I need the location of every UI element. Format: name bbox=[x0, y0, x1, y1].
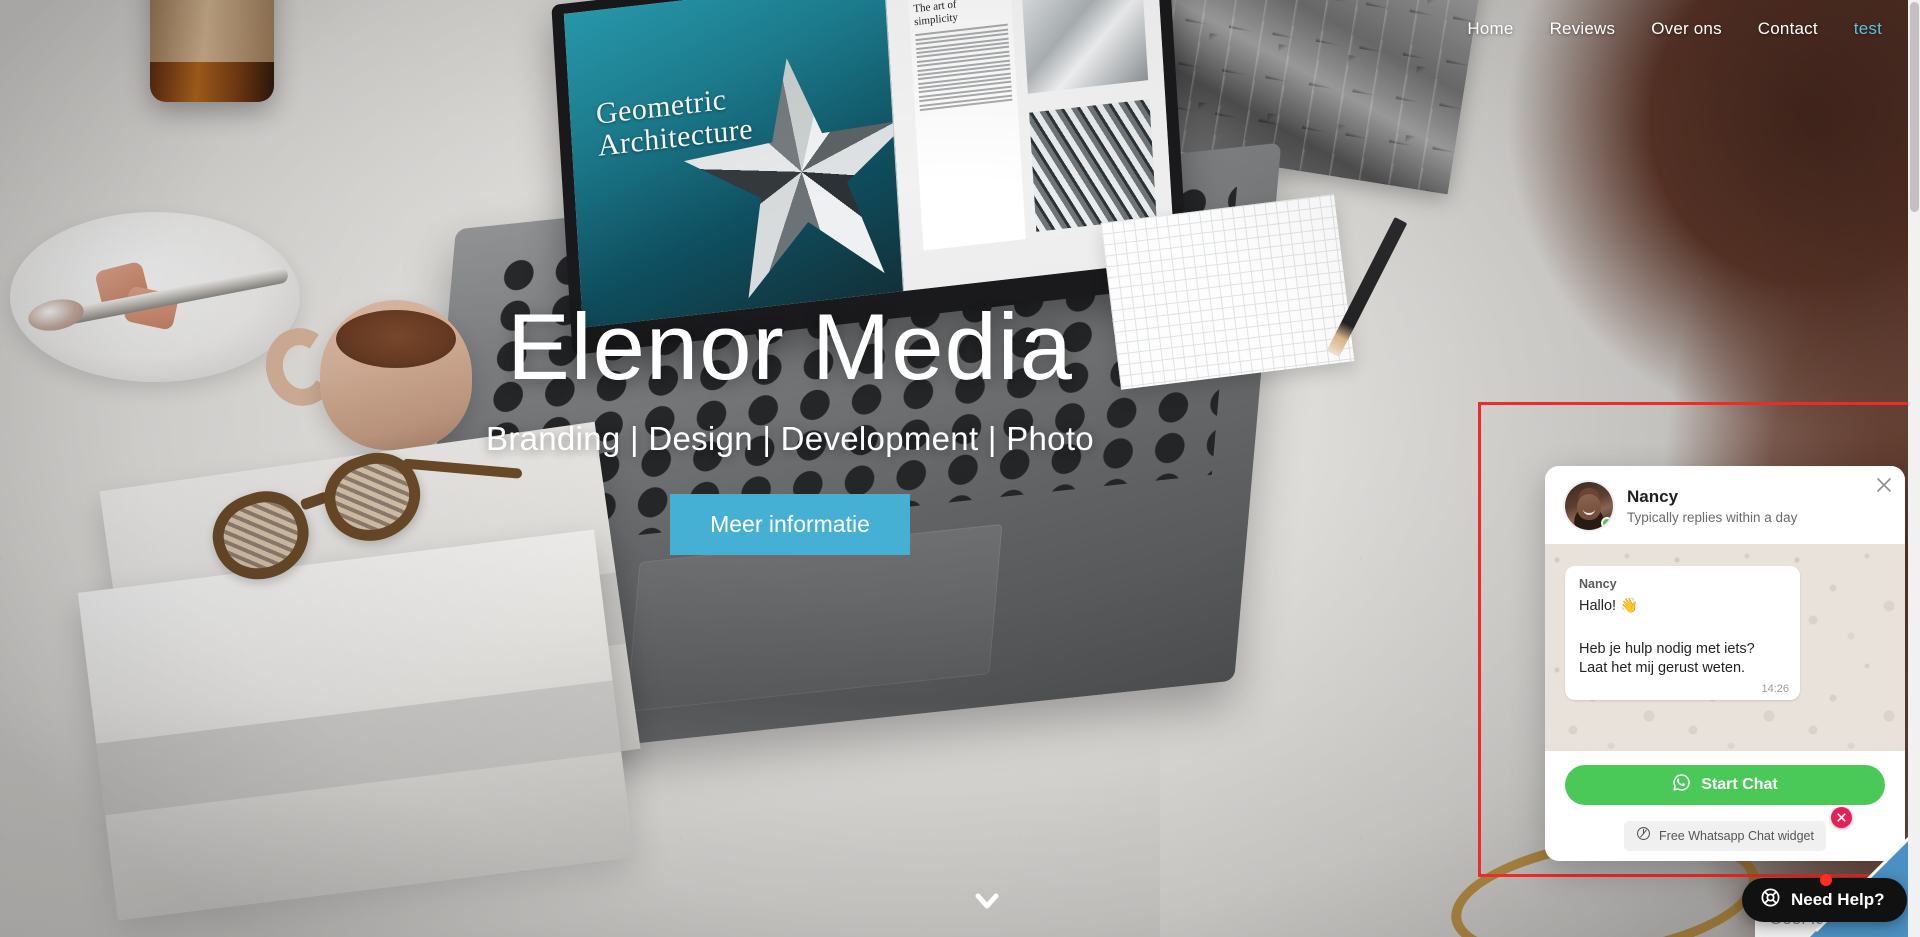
coffee-surface bbox=[336, 310, 456, 368]
nav-item-over-ons[interactable]: Over ons bbox=[1651, 19, 1722, 39]
agent-name: Nancy bbox=[1627, 487, 1679, 506]
chat-widget-header: Nancy Typically replies within a day bbox=[1545, 466, 1905, 544]
message-line: Heb je hulp nodig met iets? Laat het mij… bbox=[1579, 641, 1755, 677]
agent-reply-time: Typically replies within a day bbox=[1627, 510, 1798, 525]
page-scrollbar-track[interactable] bbox=[1908, 0, 1920, 937]
online-status-dot bbox=[1601, 517, 1613, 529]
top-navigation: Home Reviews Over ons Contact test bbox=[0, 0, 1920, 58]
page-scrollbar-thumb[interactable] bbox=[1910, 2, 1919, 212]
nav-item-test[interactable]: test bbox=[1854, 19, 1882, 39]
message-sender-name: Nancy bbox=[1579, 577, 1617, 591]
need-help-label: Need Help? bbox=[1791, 890, 1885, 909]
chevron-down-icon[interactable] bbox=[966, 880, 1008, 922]
need-help-button[interactable]: Need Help? bbox=[1742, 874, 1907, 922]
coffee-mug bbox=[320, 300, 472, 450]
meer-informatie-button[interactable]: Meer informatie bbox=[670, 494, 910, 555]
whatsapp-icon bbox=[1672, 773, 1691, 797]
start-chat-label: Start Chat bbox=[1701, 776, 1778, 793]
slide-image-bottom bbox=[1029, 98, 1157, 232]
power-icon bbox=[1636, 826, 1651, 846]
chat-message-area: Nancy Hallo! 👋 Heb je hulp nodig met iet… bbox=[1545, 544, 1905, 751]
widget-branding-badge[interactable]: Free Whatsapp Chat widget bbox=[1624, 807, 1852, 851]
close-icon[interactable] bbox=[1875, 476, 1893, 494]
avatar bbox=[1565, 482, 1613, 530]
message-timestamp: 14:26 bbox=[1761, 683, 1789, 696]
chat-widget-footer: Start Chat Free Whatsapp Chat widget bbox=[1545, 751, 1905, 861]
page-root: Geometric Architecture The art of simplici… bbox=[0, 0, 1920, 937]
message-line: Hallo! 👋 bbox=[1579, 598, 1639, 614]
notification-dot bbox=[1820, 874, 1832, 886]
whatsapp-chat-widget: Nancy Typically replies within a day Nan… bbox=[1545, 466, 1905, 861]
close-badge-icon[interactable] bbox=[1830, 807, 1852, 828]
nav-item-home[interactable]: Home bbox=[1467, 19, 1513, 39]
start-chat-button[interactable]: Start Chat bbox=[1565, 765, 1885, 805]
widget-branding-label: Free Whatsapp Chat widget bbox=[1659, 829, 1814, 843]
grid-notepad bbox=[1100, 194, 1355, 390]
slide-title-text: Geometric Architecture bbox=[594, 82, 754, 163]
agent-info: Nancy Typically replies within a day bbox=[1627, 487, 1797, 525]
lifebuoy-icon bbox=[1760, 887, 1781, 913]
nav-item-reviews[interactable]: Reviews bbox=[1550, 19, 1616, 39]
nav-item-contact[interactable]: Contact bbox=[1758, 19, 1818, 39]
avatar-face bbox=[1577, 494, 1601, 520]
chat-message-bubble: Nancy Hallo! 👋 Heb je hulp nodig met iet… bbox=[1565, 566, 1800, 701]
